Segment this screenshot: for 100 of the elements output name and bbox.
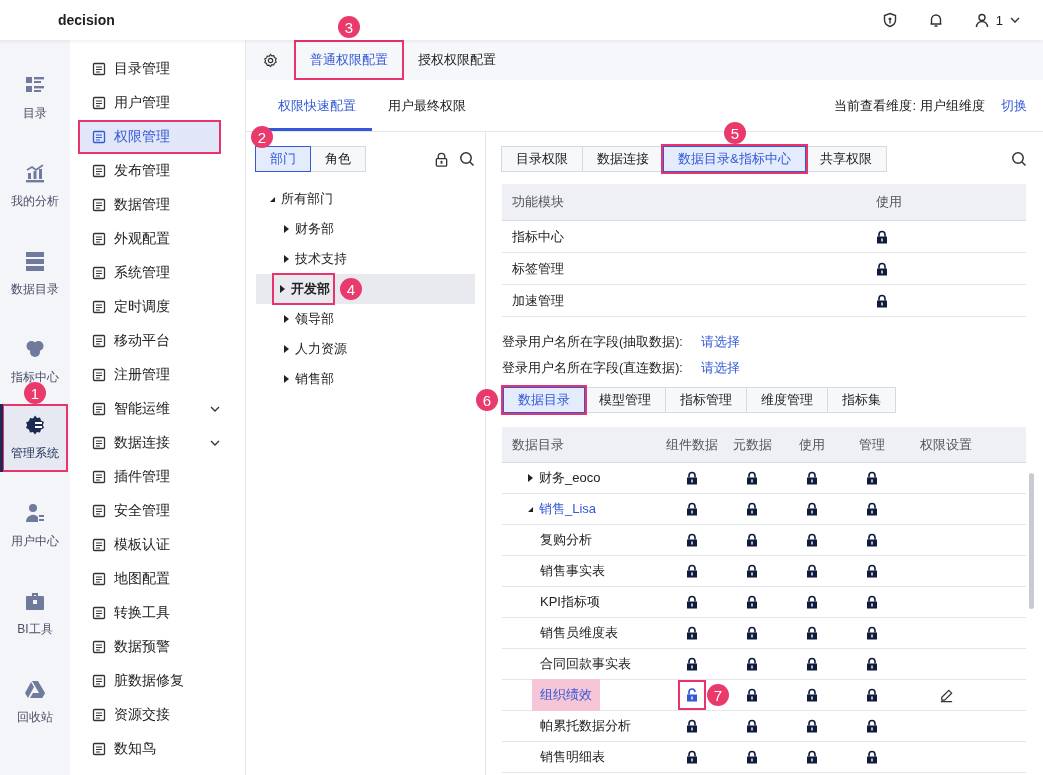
catalog-tab[interactable]: 维度管理 <box>746 387 828 413</box>
lock-icon[interactable] <box>806 533 818 547</box>
menu-item[interactable]: 数知鸟 <box>78 732 221 766</box>
lock-icon[interactable] <box>686 502 698 516</box>
lock-icon[interactable] <box>876 229 888 244</box>
catalog-tab[interactable]: 指标集 <box>827 387 896 413</box>
rail-item[interactable]: BI工具 <box>2 580 68 648</box>
lock-icon[interactable] <box>806 471 818 485</box>
table-cell[interactable]: 组织绩效 <box>532 679 600 711</box>
lock-icon[interactable] <box>866 657 878 671</box>
expand-arrow-icon[interactable] <box>528 474 533 482</box>
lock-icon[interactable] <box>746 502 758 516</box>
rail-item[interactable]: 我的分析 <box>2 152 68 220</box>
lock-icon[interactable] <box>746 750 758 764</box>
lock-icon[interactable] <box>686 626 698 640</box>
table-cell[interactable]: 销售员维度表 <box>532 620 626 646</box>
rail-item[interactable]: 管理系统 <box>2 404 68 472</box>
lock-icon[interactable] <box>866 688 878 702</box>
menu-item[interactable]: 用户管理 <box>78 86 221 120</box>
menu-item[interactable]: 模板认证 <box>78 528 221 562</box>
tree-item[interactable]: 销售部 <box>295 370 334 388</box>
table-cell[interactable]: 复购分析 <box>532 527 600 553</box>
lock-icon[interactable] <box>746 533 758 547</box>
menu-item[interactable]: 数据管理 <box>78 188 221 222</box>
table-cell[interactable]: 销售明细表 <box>532 744 613 770</box>
expand-arrow-icon[interactable] <box>528 506 533 512</box>
lock-icon[interactable] <box>866 564 878 578</box>
lock-icon[interactable] <box>686 533 698 547</box>
lock-icon[interactable] <box>806 626 818 640</box>
menu-item[interactable]: 系统管理 <box>78 256 221 290</box>
lock-icon[interactable] <box>686 657 698 671</box>
expand-arrow-icon[interactable] <box>284 255 289 263</box>
lock-icon[interactable] <box>866 719 878 733</box>
lock-icon[interactable] <box>866 750 878 764</box>
user-menu-button[interactable]: 1 <box>973 12 1021 28</box>
menu-item[interactable]: 地图配置 <box>78 562 221 596</box>
lock-icon[interactable] <box>746 688 758 702</box>
lock-icon[interactable] <box>434 151 449 167</box>
lock-icon[interactable] <box>806 719 818 733</box>
lock-icon[interactable] <box>686 750 698 764</box>
switch-link[interactable]: 切换 <box>1001 96 1027 115</box>
lock-icon[interactable] <box>746 719 758 733</box>
rail-item[interactable]: 数据目录 <box>2 240 68 308</box>
expand-arrow-icon[interactable] <box>284 345 289 353</box>
lock-icon[interactable] <box>806 564 818 578</box>
module-tab[interactable]: 数据目录&指标中心 <box>663 146 806 172</box>
module-tab[interactable]: 目录权限 <box>501 146 583 172</box>
lock-icon[interactable] <box>876 261 888 276</box>
lock-icon[interactable] <box>866 533 878 547</box>
rail-item[interactable]: 目录 <box>2 64 68 132</box>
sub-tab[interactable]: 权限快速配置 <box>262 80 372 131</box>
menu-item[interactable]: 目录管理 <box>78 52 221 86</box>
menu-item[interactable]: 数据预警 <box>78 630 221 664</box>
lock-icon[interactable] <box>866 595 878 609</box>
search-icon[interactable] <box>459 151 475 167</box>
rail-item[interactable]: 回收站 <box>2 668 68 736</box>
edit-icon[interactable] <box>938 687 954 703</box>
table-cell[interactable]: 销售_Lisa <box>531 496 605 522</box>
table-cell[interactable]: 帕累托数据分析 <box>532 713 639 739</box>
select-link[interactable]: 请选择 <box>700 359 740 377</box>
tree-item[interactable]: 领导部 <box>295 310 334 328</box>
menu-item[interactable]: 数据连接 <box>78 426 221 460</box>
menu-item[interactable]: 插件管理 <box>78 460 221 494</box>
menu-item[interactable]: 智能运维 <box>78 392 221 426</box>
menu-item[interactable]: 安全管理 <box>78 494 221 528</box>
catalog-tab[interactable]: 数据目录 <box>503 387 585 413</box>
module-tab[interactable]: 数据连接 <box>582 146 664 172</box>
lock-icon[interactable] <box>686 564 698 578</box>
menu-item[interactable]: 外观配置 <box>78 222 221 256</box>
lock-icon[interactable] <box>686 595 698 609</box>
menu-item[interactable]: 权限管理 <box>78 120 221 154</box>
tree-item[interactable]: 人力资源 <box>295 340 347 358</box>
menu-item[interactable]: 发布管理 <box>78 154 221 188</box>
menu-item[interactable]: 资源交接 <box>78 698 221 732</box>
unlock-icon[interactable] <box>686 688 698 702</box>
lock-icon[interactable] <box>686 719 698 733</box>
lock-icon[interactable] <box>806 688 818 702</box>
lock-icon[interactable] <box>876 293 888 308</box>
lock-icon[interactable] <box>806 502 818 516</box>
lock-icon[interactable] <box>746 595 758 609</box>
search-icon[interactable] <box>1011 151 1027 167</box>
menu-item[interactable]: 注册管理 <box>78 358 221 392</box>
select-link[interactable]: 请选择 <box>700 333 740 351</box>
expand-arrow-icon[interactable] <box>284 225 289 233</box>
tree-item[interactable]: 开发部 <box>291 280 330 298</box>
lock-icon[interactable] <box>866 471 878 485</box>
expand-arrow-icon[interactable] <box>284 375 289 383</box>
toggle-button[interactable]: 角色 <box>310 146 366 172</box>
tree-item[interactable]: 技术支持 <box>295 250 347 268</box>
menu-item[interactable]: 移动平台 <box>78 324 221 358</box>
table-cell[interactable]: 合同回款事实表 <box>532 651 639 677</box>
lock-icon[interactable] <box>866 502 878 516</box>
expand-arrow-icon[interactable] <box>280 285 285 293</box>
lock-icon[interactable] <box>746 657 758 671</box>
lock-icon[interactable] <box>806 750 818 764</box>
expand-arrow-icon[interactable] <box>284 315 289 323</box>
table-cell[interactable]: 销售事实表 <box>532 558 613 584</box>
sub-tab[interactable]: 用户最终权限 <box>372 80 482 131</box>
catalog-tab[interactable]: 模型管理 <box>584 387 666 413</box>
table-cell[interactable]: 财务_eoco <box>531 465 609 491</box>
